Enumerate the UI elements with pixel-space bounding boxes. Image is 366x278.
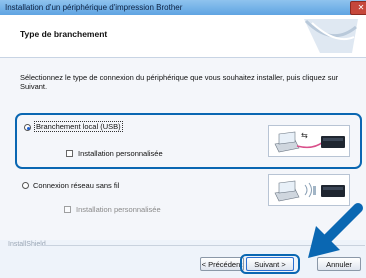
local-custom-install-label[interactable]: Installation personnalisée — [78, 149, 163, 158]
svg-text:⇆: ⇆ — [301, 131, 308, 140]
local-custom-install-checkbox[interactable] — [66, 150, 73, 157]
window-title: Installation d'un périphérique d'impress… — [5, 3, 183, 12]
dialog-header: Type de branchement — [0, 15, 366, 58]
wireless-custom-install-label: Installation personnalisée — [76, 205, 161, 214]
back-button[interactable]: < Précédent — [200, 257, 244, 271]
option-local-usb[interactable]: Branchement local (USB) Installation per… — [15, 113, 362, 169]
wireless-radio[interactable] — [22, 182, 29, 189]
close-button[interactable]: ✕ — [350, 1, 366, 15]
wireless-custom-install-checkbox — [64, 206, 71, 213]
local-usb-label[interactable]: Branchement local (USB) — [34, 121, 123, 132]
usb-connection-icon: ⇆ — [268, 125, 350, 157]
instruction-text: Sélectionnez le type de connexion du pér… — [20, 73, 339, 91]
next-button[interactable]: Suivant > — [246, 257, 294, 271]
window-titlebar: Installation d'un périphérique d'impress… — [0, 0, 366, 15]
pointer-arrow-icon — [308, 203, 363, 258]
installshield-brand: InstallShield — [8, 241, 46, 248]
wireless-label[interactable]: Connexion réseau sans fil — [33, 181, 119, 190]
local-usb-radio[interactable] — [24, 124, 31, 131]
header-decoration-icon — [304, 19, 358, 53]
page-title: Type de branchement — [20, 29, 108, 39]
